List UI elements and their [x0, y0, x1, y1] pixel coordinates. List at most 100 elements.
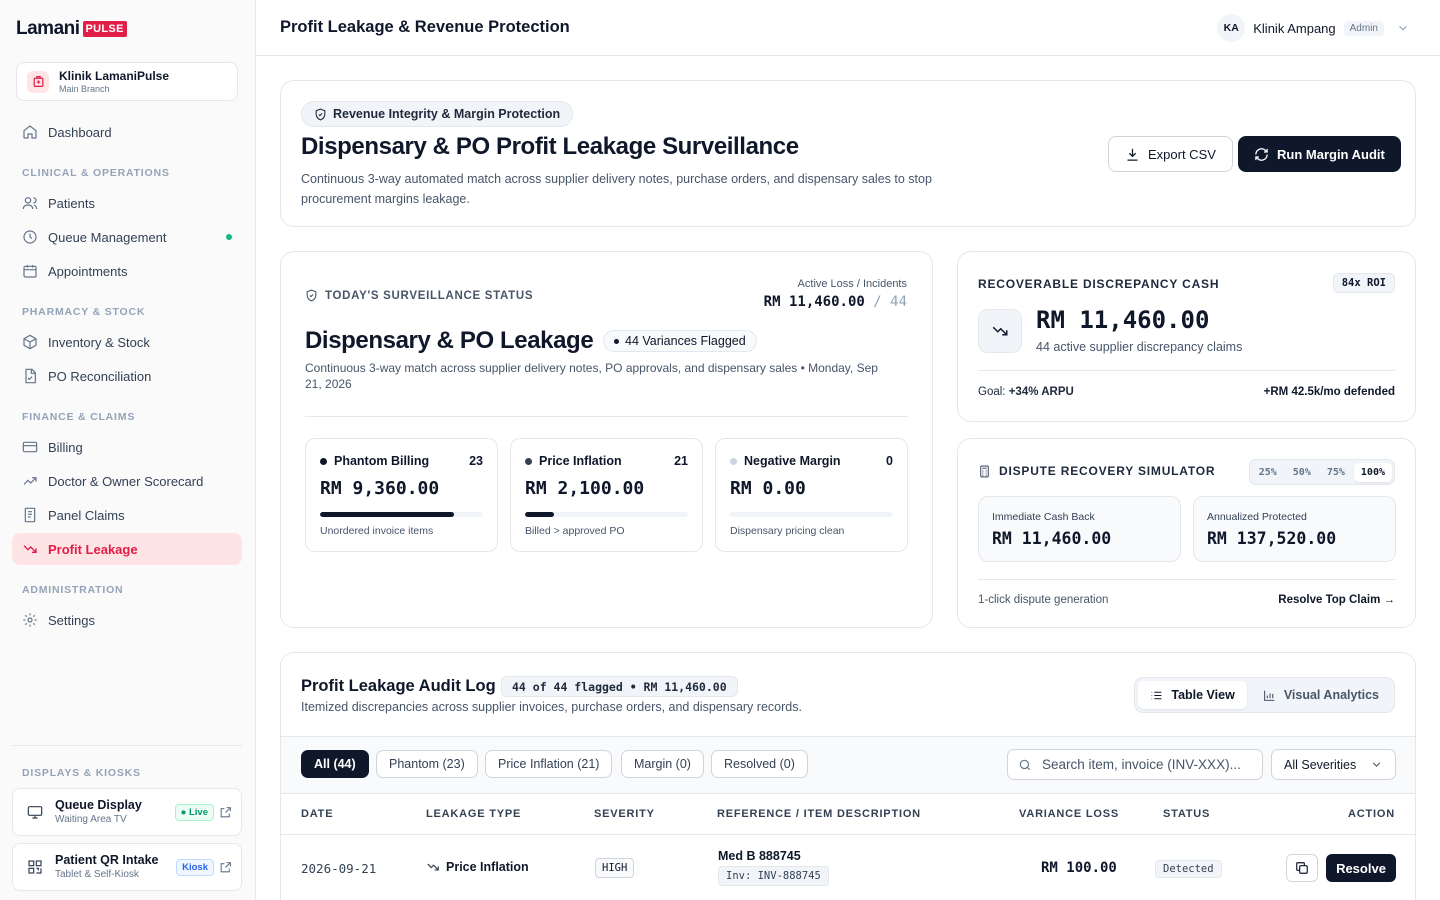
metric-progress [525, 512, 688, 517]
visual-analytics-toggle[interactable]: Visual Analytics [1251, 681, 1391, 709]
filter-chip-resolved[interactable]: Resolved (0) [711, 750, 808, 778]
calendar-icon [23, 265, 37, 278]
resolve-top-claim-link[interactable]: Resolve Top Claim → [1278, 594, 1395, 606]
copy-button[interactable] [1286, 854, 1318, 882]
row-loss: RM 100.00 [1041, 860, 1117, 876]
home-icon [23, 125, 37, 139]
download-icon [1127, 148, 1138, 161]
nav-queue[interactable]: Queue Management [12, 221, 242, 253]
nav-settings-label: Settings [48, 612, 95, 628]
nav-billing-label: Billing [48, 439, 83, 455]
metric-count: 0 [886, 454, 893, 468]
trending-down-icon [978, 309, 1022, 353]
metric-head: Negative Margin [730, 454, 841, 468]
search-box [1007, 749, 1263, 780]
metric-progress-fill [320, 512, 454, 517]
filter-chip-price-inflation[interactable]: Price Inflation (21) [485, 750, 613, 778]
col-leakage-type[interactable]: LEAKAGE TYPE [426, 808, 521, 820]
simulator-divider [978, 579, 1395, 580]
col-severity[interactable]: SEVERITY [594, 808, 655, 820]
active-loss-separator: / [873, 294, 882, 310]
filter-chip-phantom[interactable]: Phantom (23) [376, 750, 478, 778]
user-name: Klinik Ampang [1253, 20, 1336, 36]
metric-negative-margin[interactable]: Negative Margin 0 RM 0.00 Dispensary pri… [715, 438, 908, 552]
recoverable-label: RECOVERABLE DISCREPANCY CASH [978, 277, 1220, 291]
queue-live-dot [226, 234, 232, 240]
metric-progress [730, 512, 893, 517]
recoverable-amount: RM 11,460.00 [1036, 306, 1210, 334]
users-icon [22, 197, 38, 210]
col-variance-loss[interactable]: VARIANCE LOSS [1019, 808, 1119, 820]
nav-inventory[interactable]: Inventory & Stock [12, 326, 242, 358]
metric-price-inflation[interactable]: Price Inflation 21 RM 2,100.00 Billed > … [510, 438, 703, 552]
patient-qr-link[interactable]: Patient QR Intake Tablet & Self-Kiosk Ki… [12, 843, 242, 891]
receipt-icon [24, 507, 36, 523]
immediate-cash-label: Immediate Cash Back [992, 511, 1095, 523]
nav-dashboard[interactable]: Dashboard [12, 116, 242, 148]
log-divider [281, 793, 1415, 794]
export-csv-button[interactable]: Export CSV [1108, 136, 1233, 172]
rate-option-25[interactable]: 25% [1252, 463, 1284, 482]
chevron-down-icon [1399, 25, 1407, 31]
gear-icon [23, 613, 37, 627]
rate-option-100[interactable]: 100% [1353, 462, 1392, 482]
severity-select-value: All Severities [1284, 757, 1357, 772]
nav-profit-leakage[interactable]: Profit Leakage [12, 533, 242, 565]
nav-patients[interactable]: Patients [12, 187, 242, 219]
nav-inventory-label: Inventory & Stock [48, 334, 150, 350]
file-check-icon [25, 368, 36, 384]
recoverable-divider [978, 370, 1395, 371]
resolve-button[interactable]: Resolve [1326, 854, 1396, 882]
run-margin-audit-button[interactable]: Run Margin Audit [1238, 136, 1401, 172]
annualized-label: Annualized Protected [1207, 511, 1307, 523]
status-badge: Detected [1155, 860, 1222, 878]
col-action: ACTION [1348, 808, 1395, 820]
simulator-label-text: DISPUTE RECOVERY SIMULATOR [999, 464, 1216, 478]
brand-logo[interactable]: Lamani PULSE [16, 18, 127, 39]
metric-progress-fill [525, 512, 555, 517]
visual-analytics-label: Visual Analytics [1283, 688, 1379, 702]
col-date[interactable]: DATE [301, 808, 333, 820]
rate-option-75[interactable]: 75% [1320, 463, 1352, 482]
severity-select[interactable]: All Severities [1271, 749, 1396, 780]
table-view-toggle[interactable]: Table View [1138, 681, 1247, 709]
monitor-icon [27, 806, 43, 819]
metric-count: 21 [674, 454, 688, 468]
nav-settings[interactable]: Settings [12, 604, 242, 636]
metric-note: Billed > approved PO [525, 525, 625, 537]
queue-display-link[interactable]: Queue Display Waiting Area TV ● Live [12, 788, 242, 836]
nav-appointments-label: Appointments [48, 263, 128, 279]
section-finance: FINANCE & CLAIMS [22, 411, 136, 423]
nav-appointments[interactable]: Appointments [12, 255, 242, 287]
shield-check-icon [315, 108, 326, 121]
invoice-badge[interactable]: Inv: INV-888745 [718, 866, 829, 886]
clinic-switcher[interactable]: Klinik LamaniPulse Main Branch [16, 62, 238, 101]
external-link-icon[interactable] [219, 861, 232, 874]
external-link-icon[interactable] [219, 806, 232, 819]
hero-pill-label: Revenue Integrity & Margin Protection [333, 107, 561, 121]
filter-chip-all[interactable]: All (44) [301, 750, 369, 778]
row-date: 2026-09-21 [301, 861, 377, 876]
col-status[interactable]: STATUS [1163, 808, 1210, 820]
nav-panel-claims[interactable]: Panel Claims [12, 499, 242, 531]
recovery-rate-selector: 25% 50% 75% 100% [1248, 459, 1395, 485]
bar-chart-icon [1263, 690, 1275, 701]
metric-phantom-billing[interactable]: Phantom Billing 23 RM 9,360.00 Unordered… [305, 438, 498, 552]
nav-po[interactable]: PO Reconciliation [12, 360, 242, 392]
recoverable-sub: 44 active supplier discrepancy claims [1036, 340, 1243, 354]
rate-option-50[interactable]: 50% [1286, 463, 1318, 482]
row-item: Med B 888745 [718, 849, 801, 863]
metric-value: RM 2,100.00 [525, 478, 645, 499]
nav-billing[interactable]: Billing [12, 431, 242, 463]
nav-scorecard[interactable]: Doctor & Owner Scorecard [12, 465, 242, 497]
variance-dot [614, 338, 619, 344]
filter-chip-margin[interactable]: Margin (0) [621, 750, 704, 778]
surveillance-status-card: TODAY'S SURVEILLANCE STATUS Active Loss … [280, 251, 933, 628]
col-reference[interactable]: REFERENCE / ITEM DESCRIPTION [717, 808, 921, 820]
metric-dot [525, 457, 532, 465]
audit-log-card: Profit Leakage Audit Log 44 of 44 flagge… [280, 652, 1416, 900]
surveillance-label-text: TODAY'S SURVEILLANCE STATUS [325, 289, 534, 302]
user-menu[interactable]: KA Klinik Ampang Admin [1217, 14, 1410, 42]
defended-text: +RM 42.5k/mo defended [1263, 386, 1395, 398]
search-input[interactable] [1042, 757, 1254, 772]
